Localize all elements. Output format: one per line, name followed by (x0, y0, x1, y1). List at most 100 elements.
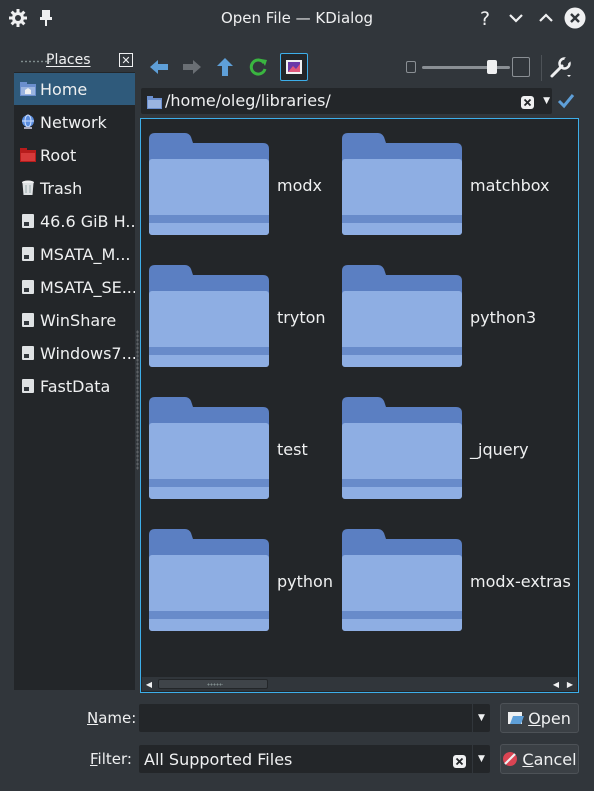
place-item-trash[interactable]: Trash (14, 172, 135, 204)
file-name: _jquery (470, 440, 529, 459)
maximize-icon[interactable] (534, 6, 558, 30)
close-panel-icon[interactable]: ✕ (119, 53, 133, 67)
drive-icon (20, 246, 36, 262)
cancel-button-label: Cancel (522, 749, 577, 769)
minimize-icon[interactable] (504, 6, 528, 30)
name-label: Name: (87, 709, 137, 727)
place-item-drive-4[interactable]: WinShare (14, 304, 135, 336)
file-item[interactable]: modx-extras (334, 517, 571, 631)
trash-icon (20, 180, 36, 196)
file-view[interactable]: modx matchbox tryton python3 test _jquer… (140, 118, 579, 693)
filter-combo[interactable]: All Supported Files ▼ (139, 745, 490, 773)
place-label: 46.6 GiB H... (40, 211, 135, 231)
file-name: tryton (277, 308, 326, 327)
place-label: WinShare (40, 310, 117, 330)
scroll-right-icon[interactable]: ▶ (563, 677, 577, 691)
file-item[interactable]: python3 (334, 253, 536, 367)
place-label: Root (40, 145, 77, 165)
pin-icon[interactable] (34, 6, 58, 30)
zoom-handle[interactable] (487, 60, 498, 74)
close-icon[interactable] (563, 6, 587, 30)
place-item-drive-2[interactable]: MSATA_M... (14, 238, 135, 270)
scroll-left-icon[interactable]: ◀ (142, 677, 156, 691)
file-item[interactable]: test (141, 385, 331, 499)
folder-icon (342, 397, 462, 499)
file-item[interactable]: _jquery (334, 385, 529, 499)
wrench-icon[interactable] (547, 53, 575, 81)
place-label: Windows7... (40, 343, 135, 363)
drive-icon (20, 213, 36, 229)
file-name: modx (277, 176, 322, 195)
place-label: FastData (40, 376, 111, 396)
folder-icon (149, 133, 269, 235)
up-arrow-icon[interactable] (211, 53, 239, 81)
place-item-drive-3[interactable]: MSATA_SE... (14, 271, 135, 303)
large-icon-size-icon (512, 57, 530, 77)
chevron-down-icon[interactable]: ▼ (472, 745, 490, 773)
forward-arrow-icon[interactable] (178, 53, 206, 81)
home-folder-icon (20, 81, 36, 97)
root-folder-icon (20, 147, 36, 163)
place-label: Home (40, 79, 88, 99)
scroll-left-icon[interactable]: ◀ (549, 677, 563, 691)
location-bar[interactable]: /home/oleg/libraries/ ▼ (141, 88, 552, 114)
place-label: MSATA_SE... (40, 277, 135, 297)
place-item-drive-5[interactable]: Windows7... (14, 337, 135, 369)
file-name: python (277, 572, 333, 591)
place-item-drive-1[interactable]: 46.6 GiB H... (14, 205, 135, 237)
title-bar: Open File — KDialog ? (0, 0, 594, 36)
panel-splitter[interactable] (136, 330, 139, 470)
chevron-down-icon[interactable]: ▼ (472, 704, 490, 732)
file-name: test (277, 440, 308, 459)
filter-value[interactable]: All Supported Files (144, 750, 292, 769)
open-button-label: Open (528, 708, 571, 728)
network-icon (20, 114, 36, 130)
place-item-home[interactable]: Home (14, 73, 135, 105)
drive-icon (20, 345, 36, 361)
folder-icon (342, 133, 462, 235)
file-item[interactable]: modx (141, 121, 331, 235)
clear-icon[interactable] (453, 753, 466, 772)
file-item[interactable]: matchbox (334, 121, 550, 235)
place-item-drive-6[interactable]: FastData (14, 370, 135, 402)
preview-icon[interactable] (280, 53, 308, 81)
places-header: Places ✕ (14, 50, 135, 72)
toolbar-separator (541, 55, 542, 81)
gear-icon[interactable] (6, 6, 30, 30)
back-arrow-icon[interactable] (145, 53, 173, 81)
place-label: Trash (40, 178, 83, 198)
checkmark-icon[interactable] (556, 91, 576, 111)
place-label: Network (40, 112, 107, 132)
drive-icon (20, 279, 36, 295)
place-label: MSATA_M... (40, 244, 131, 264)
file-name: modx-extras (470, 572, 571, 591)
reload-icon[interactable] (244, 53, 272, 81)
horizontal-scrollbar[interactable]: ◀ ◀ ▶ (142, 677, 577, 691)
scrollbar-thumb[interactable] (158, 679, 268, 689)
cancel-button[interactable]: Cancel (500, 744, 579, 774)
help-icon[interactable]: ? (474, 6, 498, 30)
folder-icon (342, 529, 462, 631)
file-name: matchbox (470, 176, 550, 195)
filename-combo[interactable]: ▼ (139, 704, 490, 732)
cancel-icon (502, 751, 518, 767)
folder-icon (149, 397, 269, 499)
file-item[interactable]: tryton (141, 253, 331, 367)
folder-icon (147, 94, 162, 113)
places-title: Places (46, 52, 91, 68)
clear-icon[interactable] (521, 94, 534, 113)
drive-icon (20, 378, 36, 394)
place-item-network[interactable]: Network (14, 106, 135, 138)
folder-icon (342, 265, 462, 367)
folder-icon (149, 265, 269, 367)
chevron-down-icon[interactable]: ▼ (543, 96, 550, 106)
zoom-slider[interactable] (404, 57, 532, 77)
place-item-root[interactable]: Root (14, 139, 135, 171)
open-button[interactable]: Open (500, 703, 579, 733)
folder-icon (149, 529, 269, 631)
file-name: python3 (470, 308, 537, 327)
file-item[interactable]: python (141, 517, 333, 631)
filter-label: Filter: (90, 750, 132, 768)
location-path[interactable]: /home/oleg/libraries/ (165, 91, 331, 110)
svg-text:?: ? (480, 8, 490, 28)
